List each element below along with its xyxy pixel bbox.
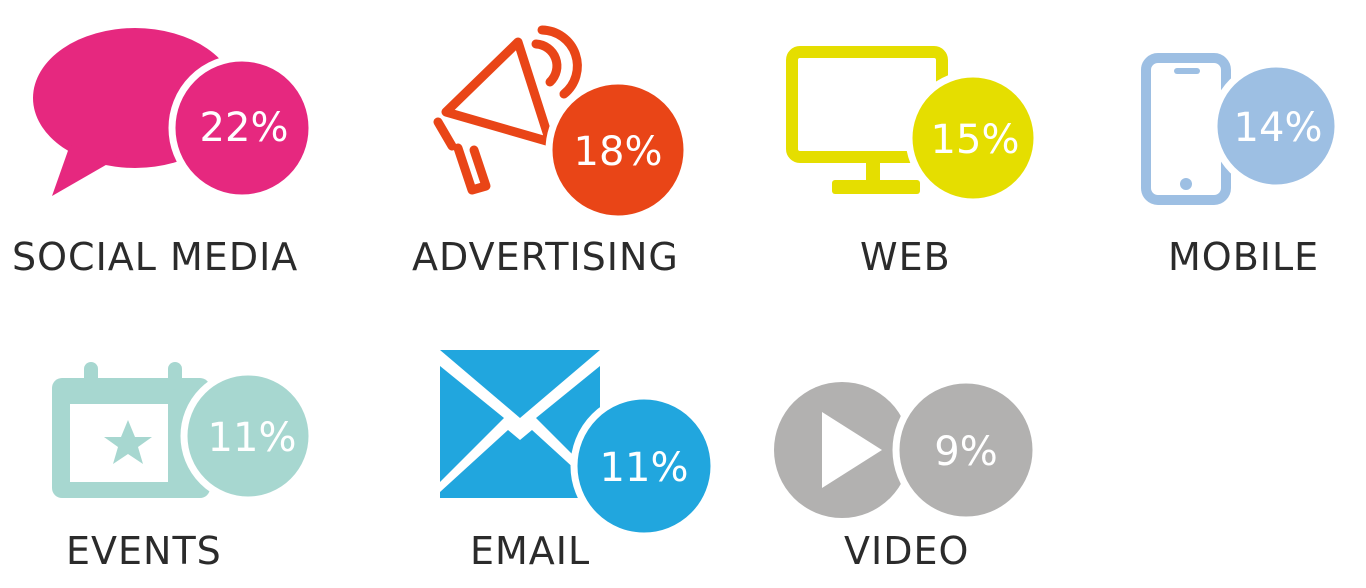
percent-value: 11% (208, 415, 297, 461)
channel-social-media: 22% SOCIAL MEDIA (0, 0, 330, 290)
percent-value: 22% (200, 105, 289, 151)
percent-value: 11% (600, 445, 689, 491)
channel-label: WEB (860, 235, 951, 279)
play-button-icon (774, 382, 910, 518)
channel-label: ADVERTISING (412, 235, 679, 279)
channel-web: 15% WEB (780, 0, 1080, 290)
channel-mobile: 14% MOBILE (1130, 0, 1366, 290)
percent-value: 18% (574, 129, 663, 175)
channel-label: MOBILE (1168, 235, 1320, 279)
channel-email: 11% EMAIL (400, 300, 730, 588)
percent-value: 14% (1234, 105, 1323, 151)
channel-label: VIDEO (844, 529, 970, 573)
percent-value: 15% (931, 117, 1020, 163)
channel-video: 9% VIDEO (760, 300, 1060, 588)
channel-events: 11% EVENTS (0, 300, 330, 588)
percent-value: 9% (934, 429, 997, 475)
channel-label: EMAIL (470, 529, 591, 573)
channel-label: EVENTS (66, 529, 222, 573)
channel-advertising: 18% ADVERTISING (400, 0, 730, 290)
channel-label: SOCIAL MEDIA (12, 235, 299, 279)
